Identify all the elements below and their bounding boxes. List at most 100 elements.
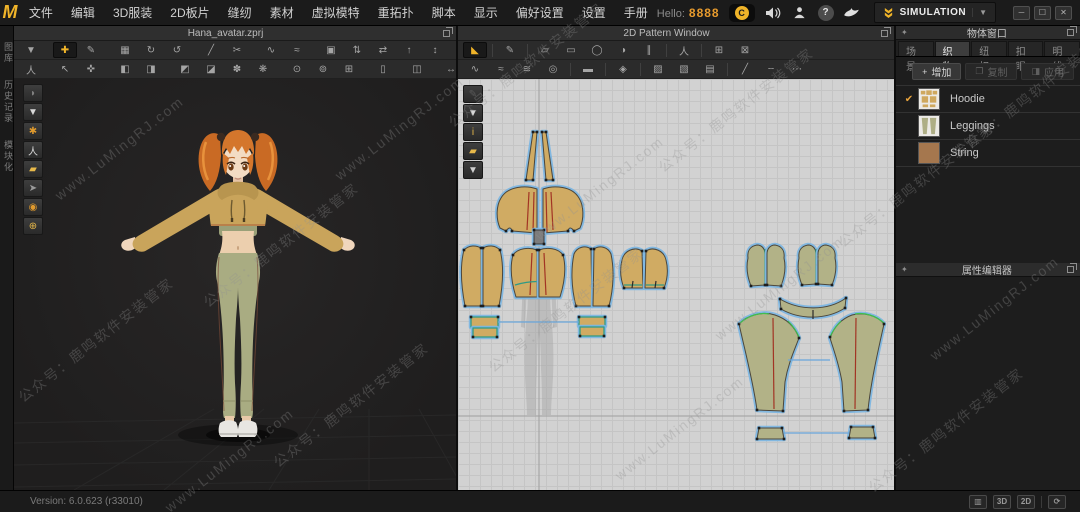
2d-show-avatar-2d-icon[interactable]: 人 (672, 42, 696, 58)
property-editor-header[interactable]: ✦ 属性编辑器 (896, 263, 1080, 277)
speaker-icon[interactable] (764, 5, 782, 21)
menu-item-7[interactable]: 虚拟模特 (303, 1, 369, 24)
pattern-piece[interactable] (738, 312, 800, 412)
3d-pattern-outline-icon[interactable]: ◨ (139, 61, 163, 77)
fabric-action-1-button[interactable]: + 增加 (912, 63, 962, 80)
expand-2d-icon[interactable] (881, 26, 891, 37)
3d-button-icon[interactable]: ⊙ (285, 61, 309, 77)
3d-simulate-icon[interactable]: ▼ (19, 42, 43, 58)
3d-rotate-fold-icon[interactable]: ↺ (165, 42, 189, 58)
show-pattern-2d-icon[interactable]: ▰ (463, 142, 483, 160)
expand-3d-icon[interactable] (443, 26, 453, 37)
2d-grid-large-icon[interactable]: ⊠ (733, 42, 757, 58)
3d-flower-a-icon[interactable]: ✽ (225, 61, 249, 77)
3d-flatten-icon[interactable]: ◫ (405, 61, 429, 77)
show-garment-icon[interactable]: ▼ (23, 103, 43, 121)
lock-garment-icon[interactable]: ▼ (463, 161, 483, 179)
info-icon[interactable]: i (463, 123, 483, 141)
3d-avatar-up-icon[interactable]: ↑ (397, 42, 421, 58)
show-globe-icon[interactable]: ⊕ (23, 217, 43, 235)
simulation-button[interactable]: SIMULATION ▼ (873, 2, 996, 23)
show-avatar-icon[interactable]: 人 (23, 141, 43, 159)
sync-view-button[interactable]: ⟳ (1048, 494, 1066, 509)
2d-check-sewing-icon[interactable]: ◎ (541, 61, 565, 77)
3d-avatar-pose-icon[interactable]: ↕ (423, 42, 447, 58)
2d-garment-tool-icon[interactable]: ◈ (611, 61, 635, 77)
3d-pattern-tape-icon[interactable]: ◧ (113, 61, 137, 77)
2d-mn-sewing-icon[interactable]: ≋ (515, 61, 539, 77)
menu-item-11[interactable]: 偏好设置 (507, 1, 573, 24)
help-icon[interactable]: ? (817, 4, 834, 21)
2d-basting-icon[interactable]: ┄ (759, 61, 783, 77)
pattern-piece[interactable] (571, 246, 593, 307)
pattern-piece[interactable] (848, 426, 876, 439)
show-seams-icon[interactable]: ✱ (23, 122, 43, 140)
fabric-row-string[interactable]: String (896, 140, 1080, 167)
pattern-piece[interactable] (829, 313, 885, 412)
2d-pleats-icon[interactable]: ∥ (637, 42, 661, 58)
2d-add-rectangle-icon[interactable]: ▭ (559, 42, 583, 58)
split-view-button[interactable]: ▥ (969, 494, 987, 509)
fabric-check-icon[interactable]: ✔ (900, 94, 918, 105)
pattern-piece[interactable] (461, 245, 482, 307)
object-tab-5[interactable]: 明线 (1044, 41, 1080, 73)
3d-fit-garment-icon[interactable]: ▣ (319, 42, 343, 58)
pattern-piece[interactable] (746, 244, 766, 287)
3d-hanger-icon[interactable]: ⇄ (371, 42, 395, 58)
2d-transform-pattern-icon[interactable]: ◣ (463, 42, 487, 58)
view-2d-button[interactable]: 2D (1017, 494, 1035, 509)
2d-iron-icon[interactable]: ▬ (576, 61, 600, 77)
pattern-piece[interactable] (472, 327, 498, 338)
object-tab-1[interactable]: 场景 (898, 41, 934, 73)
pattern-piece[interactable] (578, 316, 606, 327)
pattern-piece[interactable] (797, 244, 817, 286)
menu-item-13[interactable]: 手册 (615, 1, 657, 24)
2d-edit-pattern-icon[interactable]: ✎ (498, 42, 522, 58)
2d-line-tool-icon[interactable]: ╱ (733, 61, 757, 77)
2d-segment-sewing-2d-icon[interactable]: ∿ (463, 61, 487, 77)
fabric-row-hoodie[interactable]: ✔ Hoodie (896, 86, 1080, 113)
pattern-piece[interactable] (538, 247, 566, 298)
simulation-dropdown-icon[interactable]: ▼ (972, 8, 987, 17)
coin-icon[interactable]: C (728, 3, 755, 22)
menu-item-8[interactable]: 重拓扑 (369, 1, 423, 24)
2d-grid-small-icon[interactable]: ⊞ (707, 42, 731, 58)
3d-fold-garment-icon[interactable]: ⇅ (345, 42, 369, 58)
bird-icon[interactable] (843, 5, 861, 21)
2d-adhesive-icon[interactable]: ▧ (672, 61, 696, 77)
2d-dart-icon[interactable]: ◑ (611, 42, 635, 58)
project-tab[interactable]: Hana_avatar.zprj (14, 26, 456, 41)
menu-item-5[interactable]: 缝纫 (219, 1, 261, 24)
2d-pattern-fill-icon[interactable]: ▤ (698, 61, 722, 77)
menu-item-9[interactable]: 脚本 (423, 1, 465, 24)
expand-object-window-icon[interactable] (1067, 26, 1077, 36)
pattern-piece[interactable] (756, 427, 785, 440)
object-tab-2[interactable]: 织物 (934, 41, 971, 73)
menu-item-10[interactable]: 显示 (465, 1, 507, 24)
3d-flower-b-icon[interactable]: ❋ (251, 61, 275, 77)
minimize-button[interactable]: ─ (1013, 5, 1030, 20)
2d-add-polygon-icon[interactable]: ▱ (533, 42, 557, 58)
3d-sewing-scissors-icon[interactable]: ✂ (225, 42, 249, 58)
menu-item-2[interactable]: 编辑 (62, 1, 104, 24)
avatar-3d[interactable] (14, 79, 456, 490)
3d-free-sewing-icon[interactable]: ≈ (285, 42, 309, 58)
3d-flip-fold-icon[interactable]: ↻ (139, 42, 163, 58)
show-head-icon[interactable]: ◉ (23, 198, 43, 216)
show-pattern-icon[interactable]: ▰ (23, 160, 43, 178)
pattern-piece[interactable] (482, 245, 503, 307)
pattern-window-titlebar[interactable]: 2D Pattern Window (458, 26, 894, 41)
close-button[interactable]: ✕ (1055, 5, 1072, 20)
user-icon[interactable] (791, 5, 809, 21)
show-arrow-icon[interactable]: ➤ (23, 179, 43, 197)
3d-segment-sewing-icon[interactable]: ∿ (259, 42, 283, 58)
pen-tool-icon[interactable]: ✎ (463, 85, 483, 103)
show-garment-2d-icon[interactable]: ▼ (463, 104, 483, 122)
menu-item-6[interactable]: 素材 (261, 1, 303, 24)
3d-pin-lock-icon[interactable]: ⊞ (337, 61, 361, 77)
3d-fabric-front-icon[interactable]: ◩ (173, 61, 197, 77)
fabric-action-2-button[interactable]: ❐ 复制 (965, 63, 1018, 80)
2d-seam-allowance-icon[interactable]: ⋯ (785, 61, 809, 77)
pin-icon[interactable]: ✦ (901, 28, 908, 37)
2d-free-sewing-2d-icon[interactable]: ≈ (489, 61, 513, 77)
